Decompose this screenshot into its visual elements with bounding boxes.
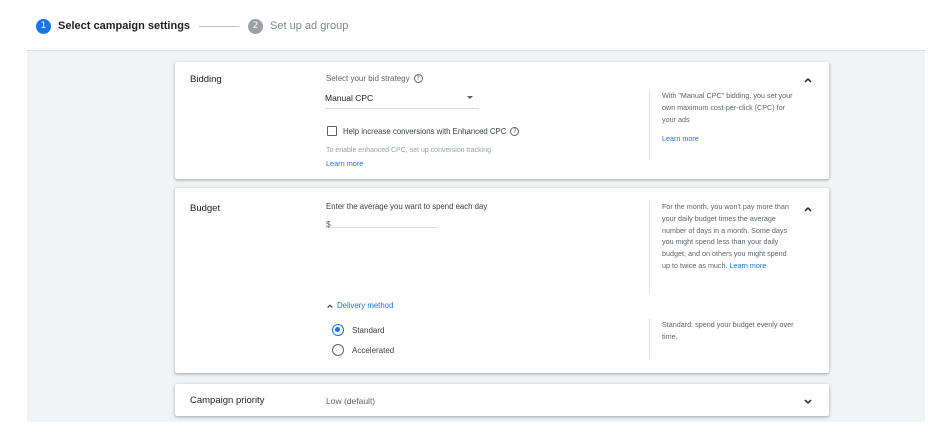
chevron-up-icon xyxy=(327,303,333,308)
bidding-side-note: With "Manual CPC" bidding, you set your … xyxy=(649,90,794,160)
bidding-title: Bidding xyxy=(190,74,222,85)
budget-side-text: For the month, you won't pay more than y… xyxy=(662,202,789,270)
help-icon[interactable]: ? xyxy=(413,74,423,83)
step-connector xyxy=(199,25,240,27)
delivery-standard-radio[interactable] xyxy=(332,324,344,336)
bid-strategy-label: Select your bid strategy? xyxy=(326,74,423,83)
step-2-label[interactable]: Set up ad group xyxy=(270,20,348,32)
settings-canvas: Bidding Select your bid strategy? Manual… xyxy=(27,50,925,422)
delivery-side-text: Standard: spend your budget evenly over … xyxy=(662,320,794,341)
delivery-method-label: Delivery method xyxy=(337,301,394,310)
budget-amount-label: Enter the average you want to spend each… xyxy=(326,202,488,211)
delivery-accelerated-label[interactable]: Accelerated xyxy=(352,346,394,355)
campaign-priority-title: Campaign priority xyxy=(190,395,265,406)
dropdown-arrow-icon xyxy=(467,96,473,99)
step-1-badge[interactable]: 1 xyxy=(36,18,51,34)
bid-strategy-value: Manual CPC xyxy=(325,93,374,103)
bid-strategy-select[interactable]: Manual CPC xyxy=(325,93,479,109)
bidding-card: Bidding Select your bid strategy? Manual… xyxy=(175,62,829,179)
expand-chevron-icon[interactable] xyxy=(803,396,813,406)
budget-title: Budget xyxy=(190,203,221,214)
enhanced-cpc-label: Help increase conversions with Enhanced … xyxy=(343,127,520,136)
help-icon[interactable]: ? xyxy=(510,127,520,136)
budget-card: Budget Enter the average you want to spe… xyxy=(175,188,829,373)
campaign-priority-value: Low (default) xyxy=(326,396,376,406)
delivery-accelerated-radio[interactable] xyxy=(332,344,344,356)
collapse-chevron-icon[interactable] xyxy=(803,204,813,214)
delivery-side-note: Standard: spend your budget evenly over … xyxy=(649,319,794,359)
step-2-badge[interactable]: 2 xyxy=(248,18,264,34)
budget-side-learn-more-link[interactable]: Learn more xyxy=(730,261,767,270)
enhanced-cpc-hint: To enable enhanced CPC, set up conversio… xyxy=(326,147,491,154)
bidding-side-text: With "Manual CPC" bidding, you set your … xyxy=(662,91,793,124)
collapse-chevron-icon[interactable] xyxy=(803,75,813,85)
currency-symbol: $ xyxy=(326,219,331,229)
budget-side-note: For the month, you won't pay more than y… xyxy=(649,201,794,293)
enhanced-cpc-checkbox[interactable] xyxy=(327,126,337,136)
delivery-method-toggle[interactable]: Delivery method xyxy=(326,301,393,310)
step-1-label[interactable]: Select campaign settings xyxy=(58,20,190,32)
bidding-side-learn-more-link[interactable]: Learn more xyxy=(662,133,794,145)
campaign-stepper: 1 Select campaign settings 2 Set up ad g… xyxy=(0,0,952,52)
bidding-learn-more-link[interactable]: Learn more xyxy=(326,159,363,168)
budget-amount-input[interactable]: $ xyxy=(326,214,438,229)
delivery-standard-label[interactable]: Standard xyxy=(352,326,384,335)
campaign-priority-card[interactable]: Campaign priority Low (default) xyxy=(175,384,829,416)
